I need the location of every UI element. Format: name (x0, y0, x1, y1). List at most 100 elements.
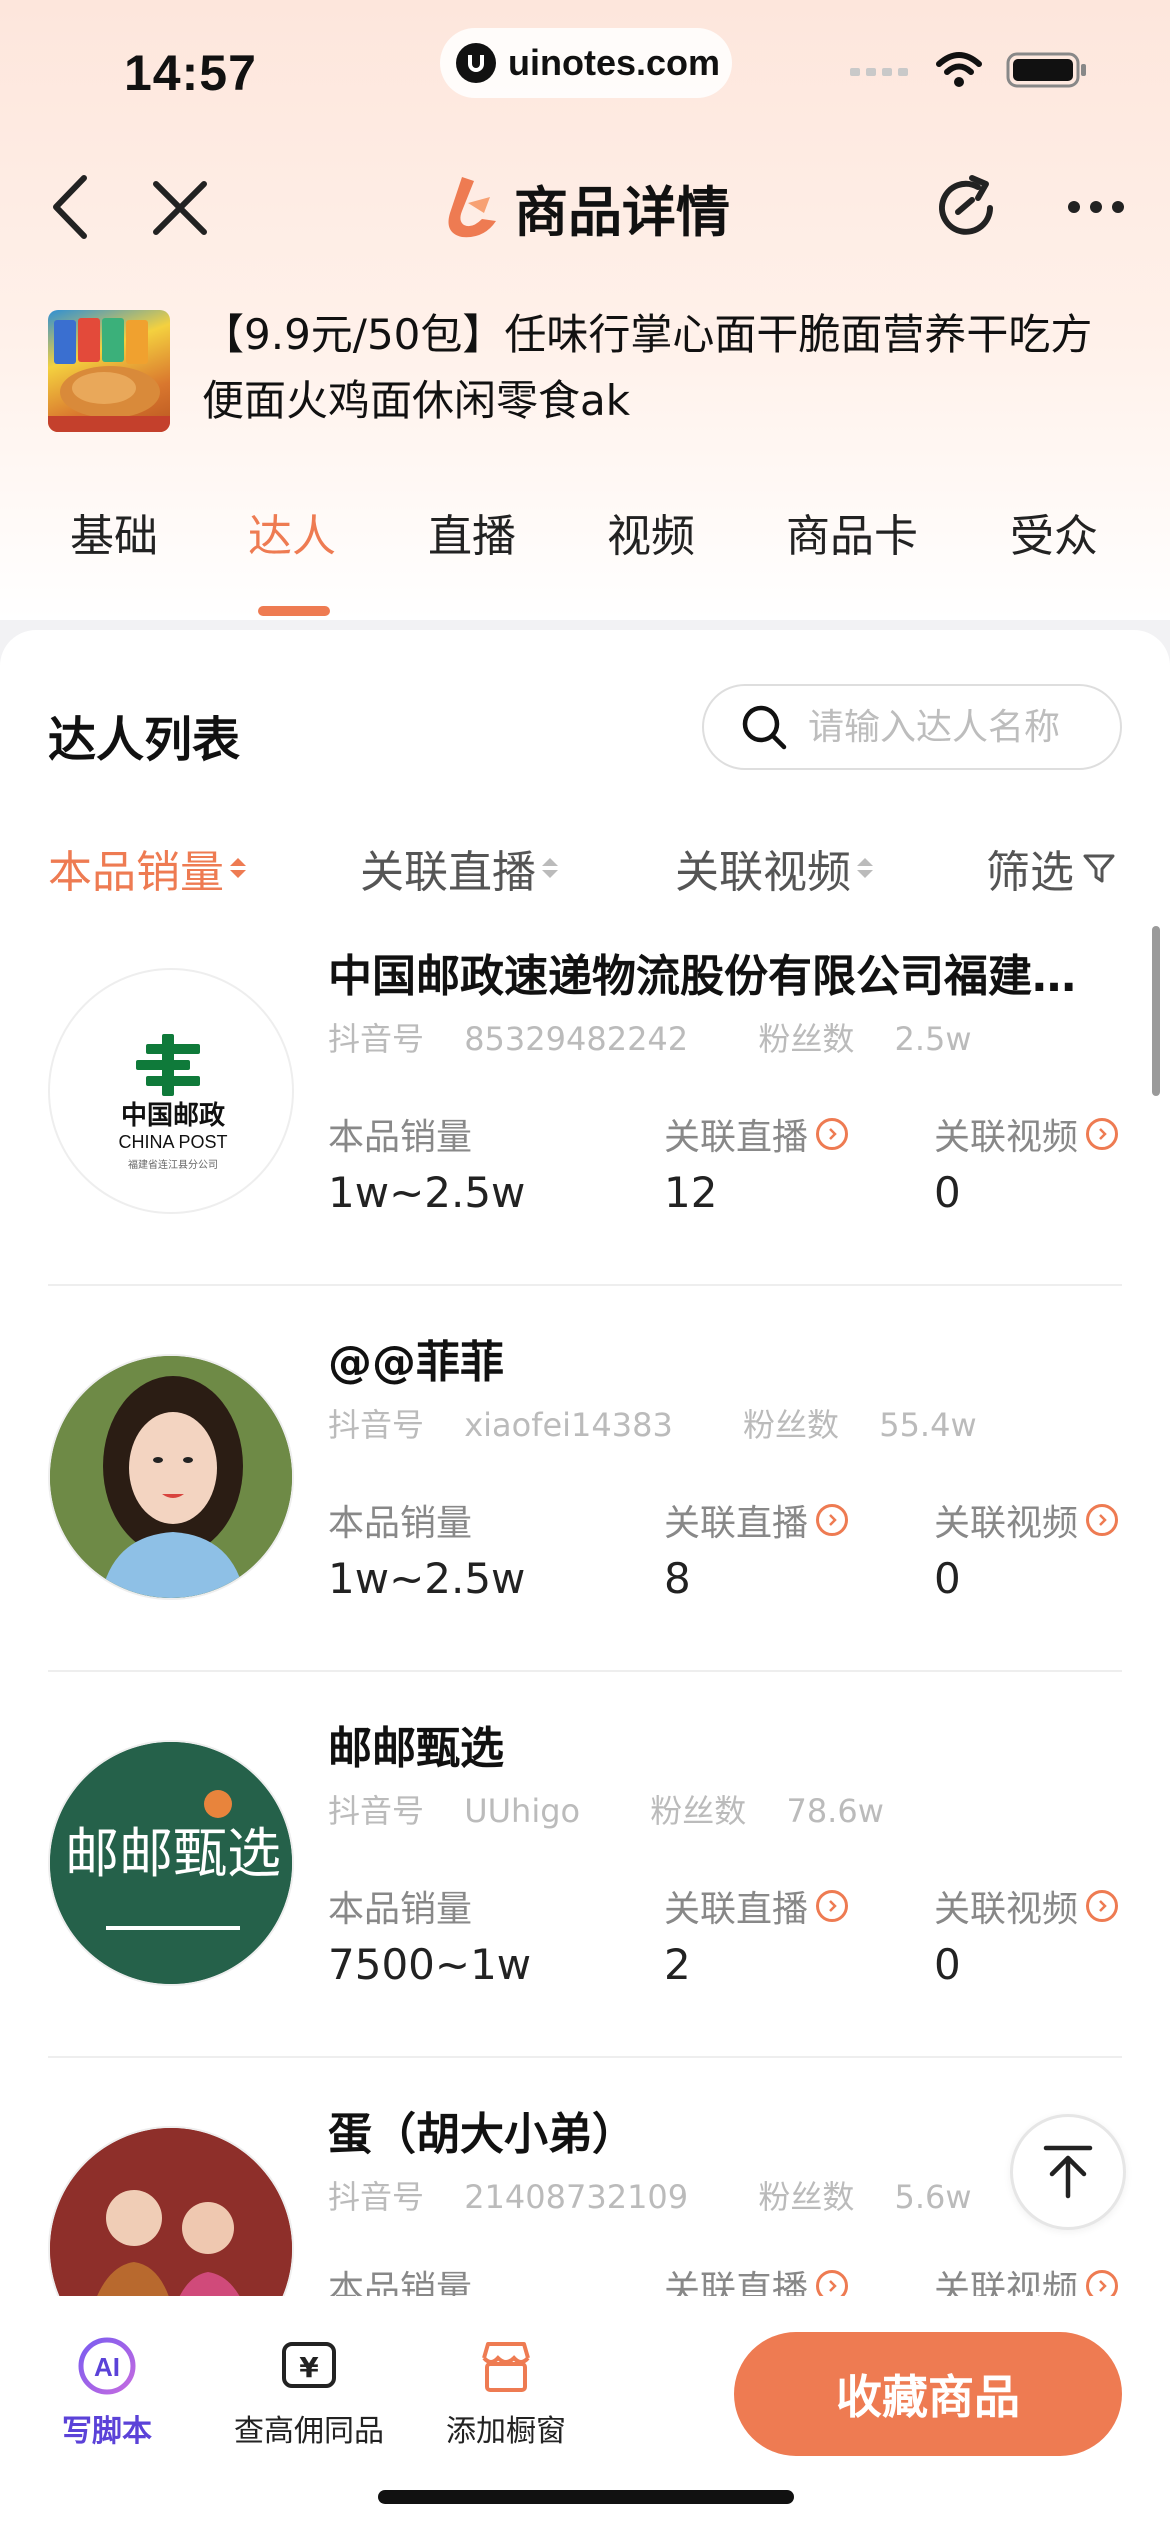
product-title: 【9.9元/50包】任味行掌心面干脆面营养干吃方便面火鸡面休闲零食ak (202, 310, 1093, 425)
back-to-top-button[interactable] (1010, 2114, 1126, 2230)
filter-icon (1083, 854, 1115, 883)
avatar (48, 1354, 294, 1600)
tab-bar: 基础 达人 直播 视频 商品卡 受众 (0, 500, 1170, 618)
product-thumbnail[interactable] (48, 310, 170, 432)
tab-influencer[interactable]: 达人 (248, 500, 336, 564)
avatar-brand-en: CHINA POST (118, 1132, 227, 1152)
list-item[interactable]: 邮邮甄选 邮邮甄选 抖音号 UUhigo 粉丝数 78.6w 本品销量 7500… (0, 1702, 1170, 2088)
avatar (48, 2126, 294, 2296)
svg-text:¥: ¥ (299, 2351, 319, 2384)
scrollbar[interactable] (1152, 926, 1160, 1096)
high-commission-button[interactable]: ¥ 查高佣同品 (234, 2336, 384, 2450)
sales-label: 本品销量 (328, 2269, 473, 2296)
influencer-meta: 抖音号 85329482242 粉丝数 2.5w (328, 1020, 972, 1058)
wifi-icon (936, 52, 982, 87)
back-icon[interactable] (44, 172, 100, 242)
ai-icon: AI (78, 2337, 136, 2395)
video-link[interactable]: 关联视频 (934, 1494, 1119, 1546)
list-item[interactable]: 蛋（胡大小弟） 抖音号 21408732109 粉丝数 5.6w 本品销量 关联… (0, 2088, 1170, 2296)
sales-value: 1w~2.5w (328, 1168, 526, 1217)
sort-arrows-icon (542, 858, 558, 878)
chevron-right-icon (816, 1118, 849, 1150)
add-window-button[interactable]: 添加橱窗 (446, 2336, 566, 2450)
video-value: 0 (934, 1940, 961, 1989)
tab-basic[interactable]: 基础 (70, 500, 158, 564)
sort-live-label: 关联直播 (360, 847, 536, 898)
list-item[interactable]: 中国邮政 CHINA POST 福建省连江县分公司 中国邮政速递物流股份有限公司… (0, 930, 1170, 1316)
page-title: 商品详情 (432, 168, 730, 247)
svg-text:AI: AI (94, 2352, 120, 2382)
chevron-right-icon (1086, 1118, 1119, 1150)
influencer-name[interactable]: @@菲菲 (328, 1326, 1098, 1390)
row-divider (48, 2056, 1122, 2058)
filter-button[interactable]: 筛选 (986, 836, 1116, 900)
live-link[interactable]: 关联直播 (664, 1880, 849, 1932)
influencer-name[interactable]: 中国邮政速递物流股份有限公司福建… (328, 940, 1098, 1004)
video-value: 0 (934, 1168, 961, 1217)
search-icon (742, 705, 787, 750)
page-title-text: 商品详情 (514, 181, 730, 244)
collect-product-button[interactable]: 收藏商品 (734, 2332, 1122, 2456)
row-divider (48, 1670, 1122, 1672)
chevron-right-icon (816, 1504, 849, 1536)
search-input[interactable] (808, 706, 1108, 748)
url-pill[interactable]: uinotes.com (440, 28, 732, 98)
sort-bar: 本品销量 关联直播 关联视频 筛选 (0, 836, 1170, 898)
high-commission-label: 查高佣同品 (234, 2414, 384, 2449)
chevron-right-icon (1086, 2270, 1119, 2296)
signal-icon (850, 68, 908, 76)
row-divider (48, 1284, 1122, 1286)
sales-label: 本品销量 (328, 1117, 473, 1158)
sort-arrows-icon (230, 858, 246, 878)
yuan-icon: ¥ (282, 2342, 336, 2388)
search-box[interactable] (702, 684, 1122, 770)
arrow-up-icon (1043, 2145, 1093, 2199)
chevron-right-icon (1086, 1504, 1119, 1536)
more-icon[interactable] (1066, 192, 1126, 222)
live-link[interactable]: 关联直播 (664, 1494, 849, 1546)
chevron-right-icon (816, 2270, 849, 2296)
influencer-meta: 抖音号 UUhigo 粉丝数 78.6w (328, 1792, 884, 1830)
live-link[interactable]: 关联直播 (664, 2260, 849, 2296)
sort-sales-label: 本品销量 (48, 847, 224, 898)
live-link[interactable]: 关联直播 (664, 1108, 849, 1160)
tab-video[interactable]: 视频 (607, 500, 695, 564)
sort-live[interactable]: 关联直播 (360, 836, 558, 900)
tab-indicator (258, 606, 330, 616)
avatar: 邮邮甄选 (48, 1740, 294, 1986)
status-time: 14:57 (124, 45, 257, 101)
influencer-name[interactable]: 邮邮甄选 (328, 1712, 1098, 1776)
influencer-meta: 抖音号 xiaofei14383 粉丝数 55.4w (328, 1406, 977, 1444)
sort-video[interactable]: 关联视频 (675, 836, 873, 900)
sort-sales[interactable]: 本品销量 (48, 836, 246, 900)
live-value: 12 (664, 1168, 718, 1217)
sort-video-label: 关联视频 (675, 847, 851, 898)
video-link[interactable]: 关联视频 (934, 1108, 1119, 1160)
avatar-brand-text: 邮邮甄选 (65, 1822, 281, 1885)
video-link[interactable]: 关联视频 (934, 2260, 1119, 2296)
live-value: 8 (664, 1554, 691, 1603)
home-indicator (378, 2490, 794, 2504)
status-icons (850, 50, 1088, 90)
chevron-right-icon (1086, 1890, 1119, 1922)
close-icon[interactable] (150, 178, 210, 238)
refresh-icon[interactable] (928, 170, 1004, 246)
add-window-label: 添加橱窗 (446, 2414, 566, 2449)
tab-live[interactable]: 直播 (428, 500, 516, 564)
influencer-name[interactable]: 蛋（胡大小弟） (328, 2098, 1098, 2162)
list-item[interactable]: @@菲菲 抖音号 xiaofei14383 粉丝数 55.4w 本品销量 1w~… (0, 1316, 1170, 1702)
tab-audience[interactable]: 受众 (1010, 500, 1098, 564)
write-script-label: 写脚本 (62, 2414, 152, 2449)
sort-arrows-icon (857, 858, 873, 878)
write-script-button[interactable]: AI 写脚本 (62, 2336, 152, 2450)
sales-label: 本品销量 (328, 1503, 473, 1544)
chevron-right-icon (816, 1890, 849, 1922)
battery-icon (1006, 52, 1086, 88)
sales-label: 本品销量 (328, 1889, 473, 1930)
video-value: 0 (934, 1554, 961, 1603)
influencer-meta: 抖音号 21408732109 粉丝数 5.6w (328, 2178, 972, 2216)
video-link[interactable]: 关联视频 (934, 1880, 1119, 1932)
sales-value: 1w~2.5w (328, 1554, 526, 1603)
avatar-brand-text: 中国邮政 (121, 1100, 225, 1131)
tab-product-card[interactable]: 商品卡 (786, 500, 918, 564)
